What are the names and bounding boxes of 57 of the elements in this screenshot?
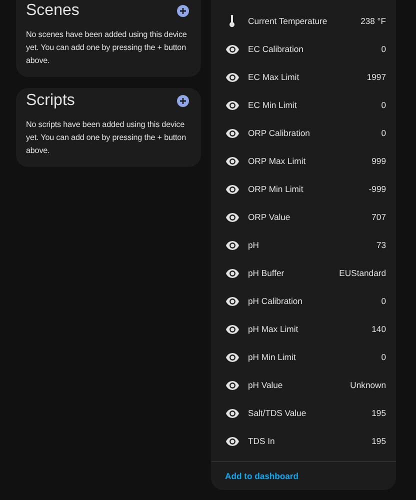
eye-icon [226,324,239,334]
empty-message: No scripts have been added using this device yet. You can add one by pressing the + button above. [26,119,187,157]
eye-icon [226,296,239,306]
eye-icon [226,352,239,362]
entity-name[interactable]: Salt/TDS Value [248,408,372,418]
card-title: Scenes [26,2,80,20]
eye-icon [226,156,239,166]
eye-icon [226,380,239,390]
entity-name[interactable]: EC Calibration [248,44,382,54]
entity-value: 0 [381,296,386,306]
add-to-dashboard-link[interactable]: Add to dashboard [225,471,299,481]
eye-icon [226,212,239,222]
entity-name[interactable]: pH Min Limit [248,352,382,362]
entity-value: 707 [372,212,386,222]
eye-icon [226,408,239,418]
add-button[interactable] [177,95,189,107]
entity-value: 238 °F [360,16,386,26]
entity-value: EUStandard [339,268,386,278]
entity-value: Unknown [350,380,386,390]
entity-name[interactable]: pH Value [248,380,350,390]
thermometer-icon [229,15,235,27]
eye-icon [226,100,239,110]
eye-icon [226,240,239,250]
eye-icon [226,184,239,194]
empty-message: No scenes have been added using this device yet. You can add one by pressing the + button above. [26,29,188,67]
entity-name[interactable]: pH Calibration [248,296,382,306]
entity-name[interactable]: ORP Min Limit [248,184,369,194]
entity-value: 0 [381,100,386,110]
entity-name[interactable]: EC Min Limit [248,100,382,110]
entity-name[interactable]: ORP Max Limit [248,156,372,166]
entity-value: 999 [372,156,386,166]
entity-value: 1997 [366,72,386,82]
entity-value: 73 [376,240,386,250]
entity-name[interactable]: EC Max Limit [248,72,367,82]
eye-icon [226,128,239,138]
entity-value: 0 [381,44,386,54]
entity-name[interactable]: ORP Value [248,212,372,222]
entity-value: -999 [368,184,386,194]
eye-icon [226,268,239,278]
entity-name[interactable]: pH Buffer [248,268,340,278]
entity-value: 0 [381,128,386,138]
eye-icon [226,436,239,446]
entity-name[interactable]: pH [248,240,376,250]
entity-name[interactable]: Current Temperature [248,16,361,26]
entity-name[interactable]: TDS In [248,436,372,446]
entity-value: 195 [372,408,386,418]
entity-value: 0 [381,352,386,362]
entity-name[interactable]: ORP Calibration [248,128,382,138]
plus-icon [179,97,187,105]
plus-icon [179,7,187,15]
eye-icon [226,44,239,54]
eye-icon [226,72,239,82]
add-button[interactable] [177,5,189,17]
card-title: Scripts [26,92,75,110]
entity-value: 140 [372,324,386,334]
entity-value: 195 [372,436,386,446]
entity-name[interactable]: pH Max Limit [248,324,372,334]
